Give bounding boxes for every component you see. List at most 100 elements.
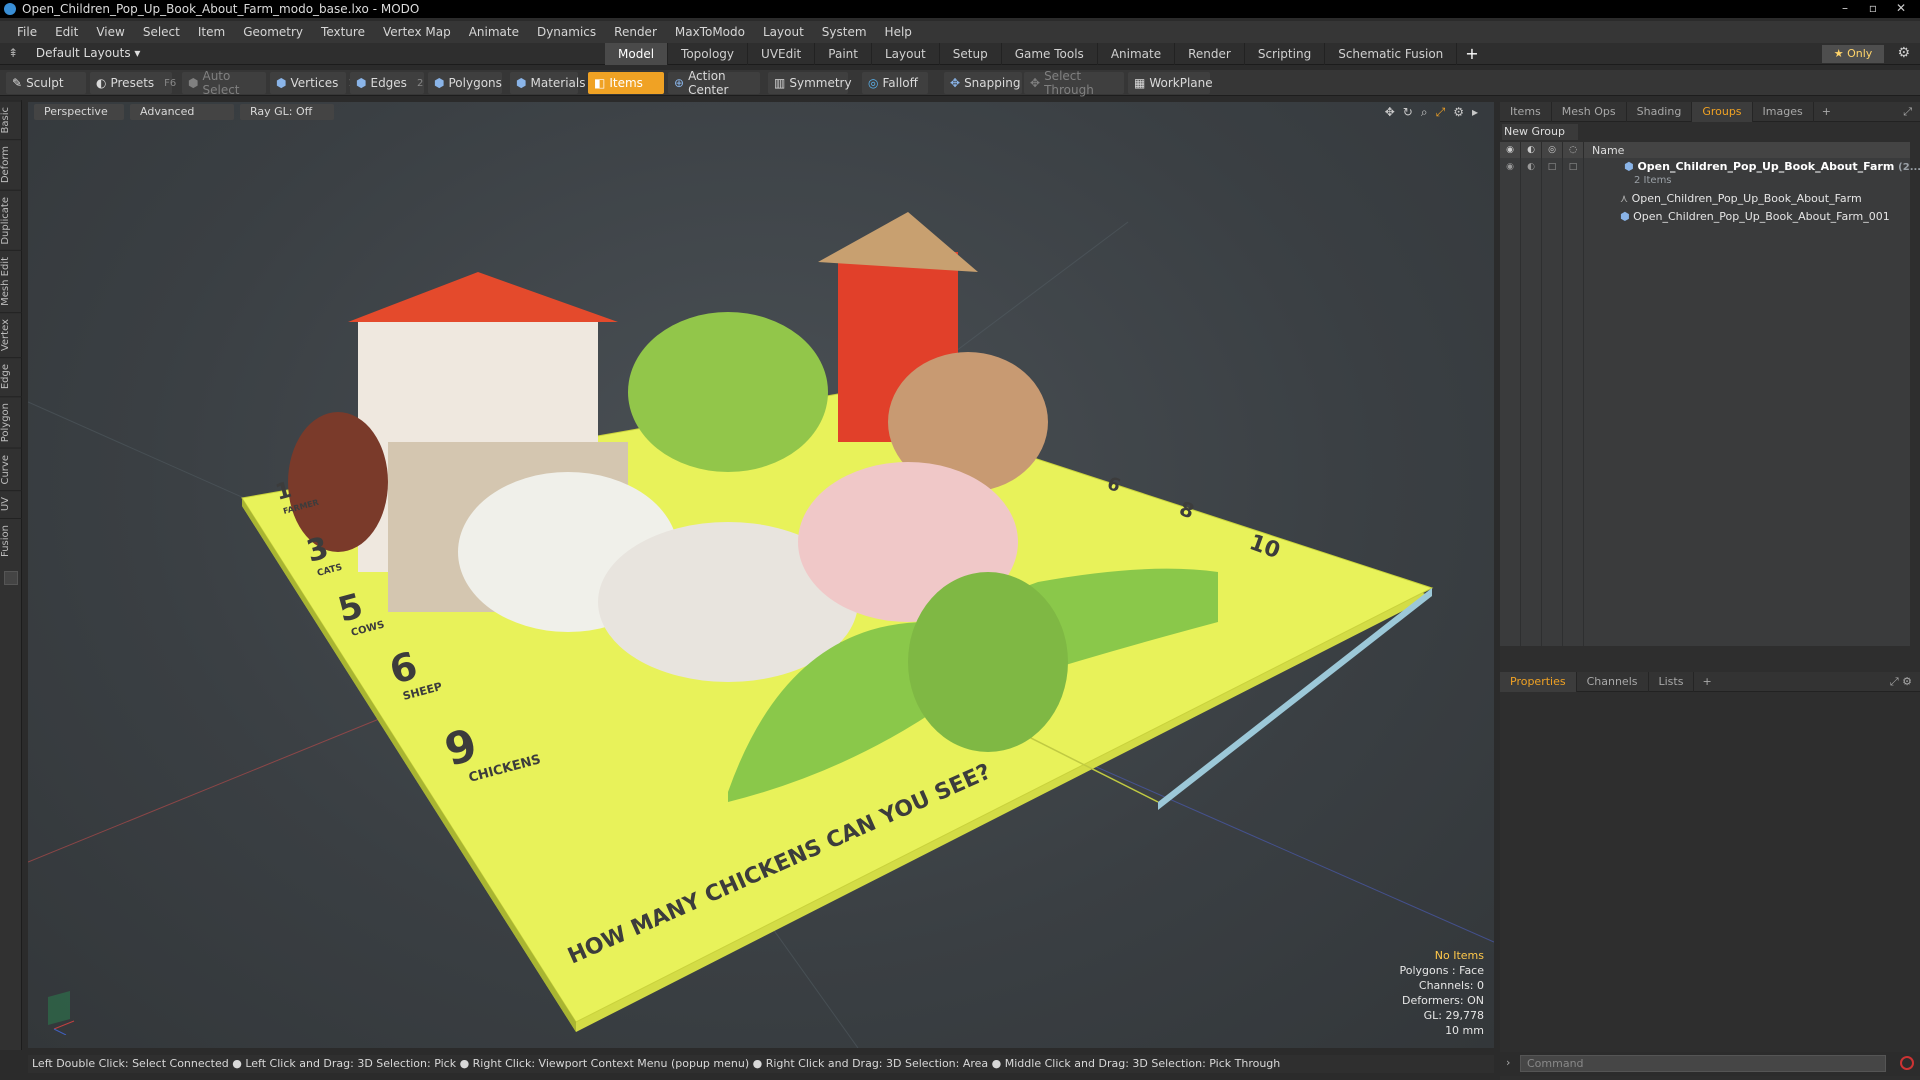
menu-dynamics[interactable]: Dynamics	[528, 25, 605, 39]
tab-channels[interactable]: Channels	[1577, 671, 1649, 692]
tab-setup[interactable]: Setup	[940, 43, 1002, 65]
maximize-button[interactable]: ▫	[1860, 0, 1886, 16]
group-child-row[interactable]: ⬢ Open_Children_Pop_Up_Book_About_Farm_0…	[1500, 208, 1910, 226]
lock-column-icon[interactable]: ◎	[1542, 142, 1563, 158]
group-row[interactable]: ◉ ◐ □ □ ⬢ Open_Children_Pop_Up_Book_About_F…	[1500, 158, 1920, 190]
menu-edit[interactable]: Edit	[46, 25, 87, 39]
symmetry-button[interactable]: ▥ Symmetry	[768, 72, 852, 94]
edges-hotkey: 2	[416, 77, 424, 89]
polygons-button[interactable]: ⬢ Polygons	[428, 72, 502, 94]
vtab-basic[interactable]: Basic	[0, 100, 22, 140]
properties-expand-icon[interactable]: ⤢ ⚙	[1890, 675, 1912, 689]
select-through-button[interactable]: ✥ Select Through	[1024, 69, 1124, 97]
vtab-fusion[interactable]: Fusion	[0, 517, 22, 563]
polygons-icon: ⬢	[434, 76, 445, 90]
vtab-deform[interactable]: Deform	[0, 139, 22, 190]
action-center-button[interactable]: ⊕ Action Center	[668, 69, 760, 97]
tab-shading[interactable]: Shading	[1627, 101, 1693, 122]
info-scale: 10 mm	[1445, 1024, 1484, 1037]
sculpt-button[interactable]: ✎ Sculpt	[6, 72, 86, 94]
3d-viewport[interactable]: Perspective Advanced Ray GL: Off ✥ ↻ ⌕ ⤢…	[28, 102, 1494, 1048]
snapping-button[interactable]: ✥ Snapping	[944, 72, 1022, 94]
tab-uvedit[interactable]: UVEdit	[748, 43, 816, 65]
tab-groups[interactable]: Groups	[1692, 101, 1753, 122]
command-history-icon[interactable]: ›	[1506, 1056, 1510, 1069]
presets-button[interactable]: ◐ Presets F6	[90, 72, 176, 94]
only-toggle[interactable]: ★ Only	[1822, 45, 1884, 63]
status-bar: Left Double Click: Select Connected ● Le…	[28, 1055, 1494, 1073]
command-input[interactable]: Command	[1520, 1055, 1886, 1072]
render-column-icon[interactable]: ◐	[1521, 142, 1542, 158]
menu-vertex-map[interactable]: Vertex Map	[374, 25, 460, 39]
menu-system[interactable]: System	[813, 25, 876, 39]
menu-select[interactable]: Select	[134, 25, 189, 39]
layouts-dropdown[interactable]: ⇞ Default Layouts ▾	[8, 46, 140, 60]
groups-list-header: ◉ ◐ ◎ ◌ Name	[1500, 142, 1910, 158]
auto-select-button[interactable]: ⬢ Auto Select	[182, 69, 266, 97]
tab-layout[interactable]: Layout	[872, 43, 940, 65]
groups-panel-tabs: Items Mesh Ops Shading Groups Images + ⤢	[1500, 101, 1920, 122]
vtab-polygon[interactable]: Polygon	[0, 395, 22, 448]
vtab-vertex[interactable]: Vertex	[0, 312, 22, 358]
gear-icon[interactable]: ⚙	[1897, 45, 1910, 61]
visibility-column-icon[interactable]: ◉	[1500, 142, 1521, 158]
vtab-duplicate[interactable]: Duplicate	[0, 189, 22, 251]
menu-file[interactable]: File	[8, 25, 46, 39]
tab-render[interactable]: Render	[1175, 43, 1245, 65]
panel-expand-icon[interactable]: ⤢	[1903, 105, 1912, 119]
menu-view[interactable]: View	[87, 25, 133, 39]
menu-maxtomodo[interactable]: MaxToModo	[666, 25, 754, 39]
edges-button[interactable]: ⬢ Edges 2	[350, 72, 424, 94]
select-column-icon[interactable]: ◌	[1563, 142, 1584, 158]
lock-icon[interactable]: □	[1542, 158, 1563, 176]
group-child-row[interactable]: ⋏ Open_Children_Pop_Up_Book_About_Farm	[1500, 190, 1910, 208]
polygons-label: Polygons	[448, 76, 502, 90]
tab-topology[interactable]: Topology	[668, 43, 749, 65]
menu-animate[interactable]: Animate	[460, 25, 528, 39]
close-button[interactable]: ✕	[1888, 0, 1914, 16]
select-icon[interactable]: □	[1563, 158, 1584, 176]
minimize-button[interactable]: –	[1832, 0, 1858, 16]
menu-item[interactable]: Item	[189, 25, 234, 39]
tab-model[interactable]: Model	[605, 43, 669, 65]
record-macro-icon[interactable]	[1900, 1056, 1914, 1070]
panel-toggle-button[interactable]	[3, 570, 18, 585]
vtab-edge[interactable]: Edge	[0, 357, 22, 396]
render-icon[interactable]: ◐	[1521, 158, 1542, 176]
tab-paint[interactable]: Paint	[815, 43, 872, 65]
vtab-mesh-edit[interactable]: Mesh Edit	[0, 250, 22, 313]
vertices-button[interactable]: ⬢ Vertices 1	[270, 72, 355, 94]
eye-icon[interactable]: ◉	[1500, 158, 1521, 176]
materials-button[interactable]: ⬢ Materials	[510, 72, 586, 94]
tab-properties[interactable]: Properties	[1500, 671, 1577, 692]
menu-help[interactable]: Help	[876, 25, 921, 39]
menu-geometry[interactable]: Geometry	[234, 25, 312, 39]
items-icon: ◧	[594, 76, 606, 90]
tab-animate[interactable]: Animate	[1098, 43, 1176, 65]
vtab-curve[interactable]: Curve	[0, 447, 22, 491]
add-properties-tab-button[interactable]: +	[1694, 675, 1719, 688]
vtab-uv[interactable]: UV	[0, 490, 22, 518]
new-group-button[interactable]: New Group	[1502, 124, 1578, 140]
only-label: Only	[1847, 47, 1873, 60]
add-tab-button[interactable]: +	[1457, 43, 1486, 65]
child-item-label: ⋏ Open_Children_Pop_Up_Book_About_Farm	[1620, 192, 1862, 205]
layout-tab-row: ⇞ Default Layouts ▾ Model Topology UVEdi…	[0, 43, 1920, 65]
tab-mesh-ops[interactable]: Mesh Ops	[1552, 101, 1627, 122]
tab-game-tools[interactable]: Game Tools	[1002, 43, 1098, 65]
items-button[interactable]: ◧ Items	[588, 72, 664, 94]
scene-render: 1 FARMER 3 CATS 5 COWS 6 SHEEP 9 CHICKEN…	[28, 212, 1494, 1048]
tab-lists[interactable]: Lists	[1649, 671, 1695, 692]
add-panel-tab-button[interactable]: +	[1814, 105, 1839, 118]
tab-scripting[interactable]: Scripting	[1245, 43, 1326, 65]
tab-schematic-fusion[interactable]: Schematic Fusion	[1325, 43, 1458, 65]
falloff-button[interactable]: ◎ Falloff	[862, 72, 928, 94]
workplane-button[interactable]: ▦ WorkPlane	[1128, 72, 1213, 94]
name-column-header[interactable]: Name	[1584, 144, 1624, 157]
menu-layout[interactable]: Layout	[754, 25, 813, 39]
menu-texture[interactable]: Texture	[312, 25, 374, 39]
menu-render[interactable]: Render	[605, 25, 666, 39]
menu-bar: File Edit View Select Item Geometry Text…	[0, 21, 1920, 43]
tab-items[interactable]: Items	[1500, 101, 1552, 122]
tab-images[interactable]: Images	[1753, 101, 1814, 122]
